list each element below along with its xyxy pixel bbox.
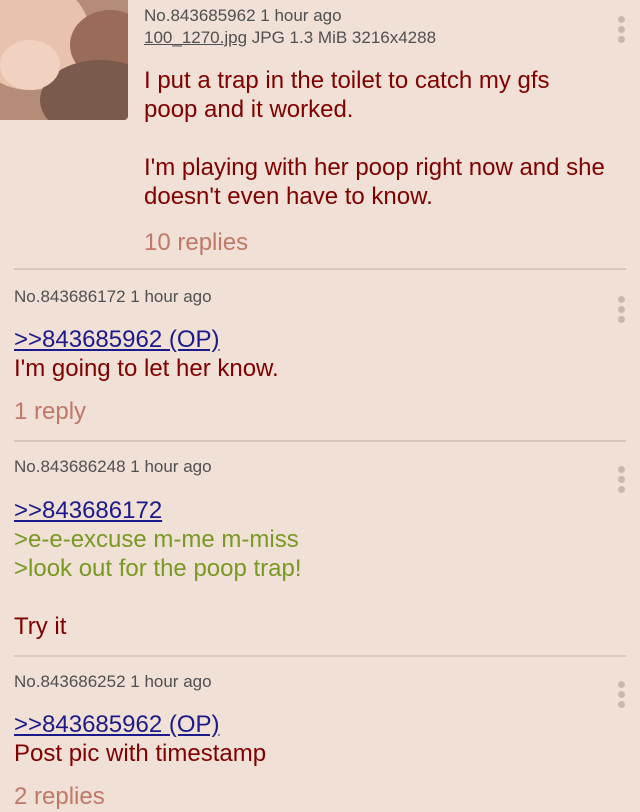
post-menu-icon[interactable] [616, 466, 626, 496]
post-menu-icon[interactable] [616, 681, 626, 711]
post-meta: No.843685962 1 hour ago [144, 6, 342, 25]
post-menu-icon[interactable] [616, 16, 626, 46]
post-body-line: I put a trap in the toilet to catch my g… [144, 67, 550, 94]
post-body-line: Post pic with timestamp [14, 740, 267, 767]
quote-link[interactable]: >>843686172 [14, 496, 614, 525]
post-body-line: Try it [14, 613, 67, 640]
replies-link[interactable]: 2 replies [14, 783, 105, 811]
post-reply: No.843686248 1 hour ago >>843686172 >e-e… [0, 442, 640, 655]
post-menu-icon[interactable] [616, 296, 626, 326]
post-meta: No.843686248 1 hour ago [14, 457, 212, 476]
post-image-thumbnail[interactable] [0, 0, 128, 120]
replies-link[interactable]: 1 reply [14, 398, 86, 426]
post-reply: No.843686172 1 hour ago >>843685962 (OP)… [0, 270, 640, 440]
file-details: JPG 1.3 MiB 3216x4288 [247, 28, 437, 47]
post-meta: No.843686172 1 hour ago [14, 287, 212, 306]
quote-link[interactable]: >>843685962 (OP) [14, 710, 614, 739]
greentext-line: >look out for the poop trap! [14, 555, 302, 582]
quote-link[interactable]: >>843685962 (OP) [14, 325, 614, 354]
post-body-line: poop and it worked. [144, 96, 354, 123]
replies-link[interactable]: 10 replies [144, 229, 248, 257]
post-body-line: I'm going to let her know. [14, 355, 279, 382]
post-body-line: I'm playing with her poop right now and … [144, 154, 605, 181]
greentext-line: >e-e-excuse m-me m-miss [14, 526, 299, 553]
post-op: No.843685962 1 hour ago 100_1270.jpg JPG… [0, 0, 640, 268]
file-info: 100_1270.jpg JPG 1.3 MiB 3216x4288 [144, 28, 436, 48]
post-body: I put a trap in the toilet to catch my g… [144, 66, 634, 211]
post-meta: No.843686252 1 hour ago [14, 672, 212, 691]
post-body-line: doesn't even have to know. [144, 183, 433, 210]
file-name-link[interactable]: 100_1270.jpg [144, 28, 247, 47]
post-reply: No.843686252 1 hour ago >>843685962 (OP)… [0, 657, 640, 812]
